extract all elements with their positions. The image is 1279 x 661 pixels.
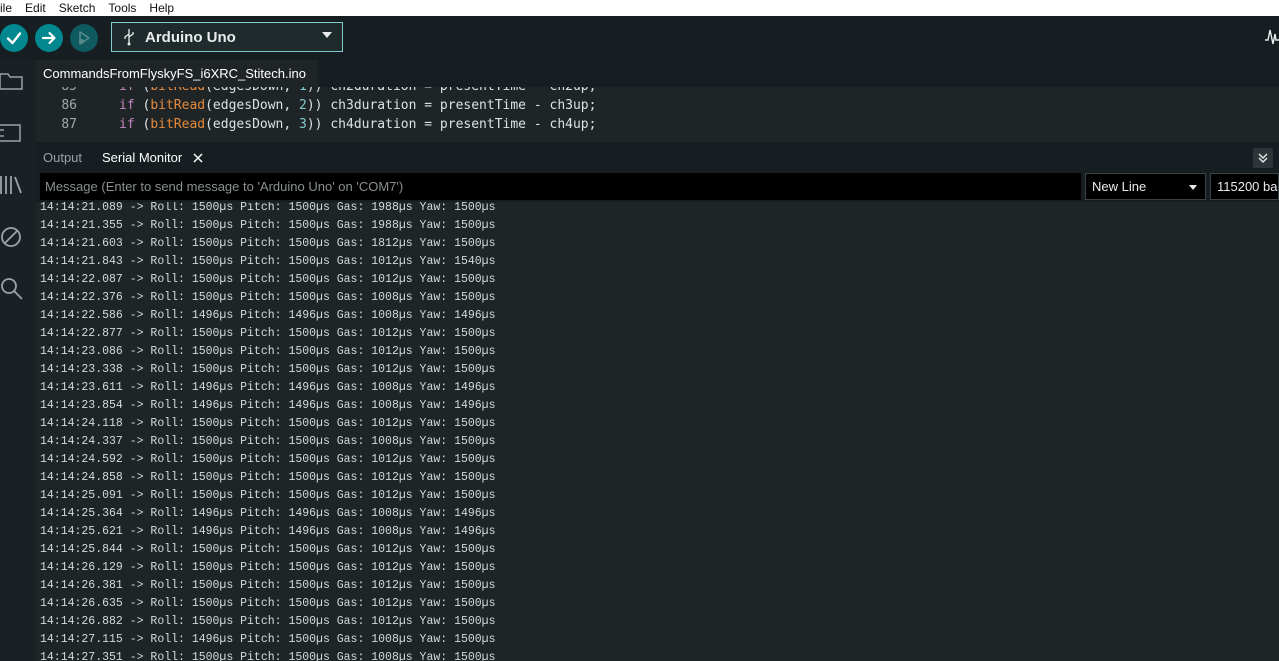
serial-line: 14:14:24.118 -> Roll: 1500µs Pitch: 1500… xyxy=(40,417,496,430)
serial-line: 14:14:24.858 -> Roll: 1500µs Pitch: 1500… xyxy=(40,471,496,484)
line-ending-select[interactable]: New Line xyxy=(1085,173,1206,200)
tab-serial-monitor[interactable]: Serial Monitor xyxy=(102,150,203,165)
folder-icon[interactable] xyxy=(0,69,24,93)
arrow-right-icon xyxy=(41,31,56,45)
serial-line: 14:14:25.844 -> Roll: 1500µs Pitch: 1500… xyxy=(40,543,496,556)
menu-help[interactable]: Help xyxy=(149,1,174,15)
serial-line: 14:14:23.338 -> Roll: 1500µs Pitch: 1500… xyxy=(40,363,496,376)
serial-line: 14:14:21.843 -> Roll: 1500µs Pitch: 1500… xyxy=(40,255,496,268)
menu-bar: ile Edit Sketch Tools Help xyxy=(0,0,1279,16)
serial-line: 14:14:26.882 -> Roll: 1500µs Pitch: 1500… xyxy=(40,615,496,628)
line-number: 86 xyxy=(61,98,77,113)
serial-line: 14:14:24.337 -> Roll: 1500µs Pitch: 1500… xyxy=(40,435,496,448)
debug-disabled-icon[interactable] xyxy=(0,225,24,249)
baud-rate-select[interactable]: 115200 baud xyxy=(1210,173,1279,200)
tab-output[interactable]: Output xyxy=(43,150,82,165)
debug-icon xyxy=(79,31,90,45)
serial-line: 14:14:25.621 -> Roll: 1496µs Pitch: 1496… xyxy=(40,525,496,538)
collapse-panel-button[interactable] xyxy=(1253,148,1273,168)
panel-header: Output Serial Monitor xyxy=(36,142,1279,172)
serial-line: 14:14:26.129 -> Roll: 1500µs Pitch: 1500… xyxy=(40,561,496,574)
serial-line: 14:14:21.603 -> Roll: 1500µs Pitch: 1500… xyxy=(40,237,496,250)
menu-file[interactable]: ile xyxy=(0,1,12,15)
baud-rate-value: 115200 baud xyxy=(1217,179,1278,194)
close-icon[interactable] xyxy=(193,153,203,163)
serial-line: 14:14:23.611 -> Roll: 1496µs Pitch: 1496… xyxy=(40,381,496,394)
chevron-down-icon xyxy=(1189,185,1197,190)
check-icon xyxy=(6,32,22,45)
menu-tools[interactable]: Tools xyxy=(108,1,136,15)
line-number: 85 xyxy=(36,87,77,96)
library-icon[interactable] xyxy=(0,173,24,197)
serial-line: 14:14:22.087 -> Roll: 1500µs Pitch: 1500… xyxy=(40,273,496,286)
code-editor[interactable]: 85if (bitRead(edgesDown, 1)) ch2duration… xyxy=(36,87,1279,139)
serial-plotter-icon[interactable] xyxy=(1265,28,1279,46)
upload-button[interactable] xyxy=(35,24,63,52)
serial-line: 14:14:26.381 -> Roll: 1500µs Pitch: 1500… xyxy=(40,579,496,592)
usb-icon xyxy=(124,29,134,46)
menu-sketch[interactable]: Sketch xyxy=(59,1,96,15)
serial-line: 14:14:22.376 -> Roll: 1500µs Pitch: 1500… xyxy=(40,291,496,304)
search-icon[interactable] xyxy=(0,277,24,301)
sidebar xyxy=(0,60,36,661)
serial-line: 14:14:22.586 -> Roll: 1496µs Pitch: 1496… xyxy=(40,309,496,322)
tab-serial-monitor-label: Serial Monitor xyxy=(102,150,183,165)
boards-manager-icon[interactable] xyxy=(0,121,24,145)
serial-line: 14:14:25.364 -> Roll: 1496µs Pitch: 1496… xyxy=(40,507,496,520)
debug-button[interactable] xyxy=(70,24,98,52)
verify-button[interactable] xyxy=(0,24,28,52)
menu-edit[interactable]: Edit xyxy=(25,1,46,15)
file-tab[interactable]: CommandsFromFlyskyFS_i6XRC_Stitech.ino xyxy=(36,60,318,87)
board-selector[interactable]: Arduino Uno xyxy=(111,22,343,52)
serial-line: 14:14:27.115 -> Roll: 1496µs Pitch: 1500… xyxy=(40,633,496,646)
serial-line: 14:14:22.877 -> Roll: 1500µs Pitch: 1500… xyxy=(40,327,496,340)
serial-line: 14:14:26.635 -> Roll: 1500µs Pitch: 1500… xyxy=(40,597,496,610)
serial-line: 14:14:25.091 -> Roll: 1500µs Pitch: 1500… xyxy=(40,489,496,502)
message-input[interactable] xyxy=(40,173,1081,200)
code-line: 86 if (bitRead(edgesDown, 2)) ch3duration… xyxy=(36,96,596,115)
tab-strip xyxy=(318,60,1279,87)
file-tab-label: CommandsFromFlyskyFS_i6XRC_Stitech.ino xyxy=(43,66,306,81)
serial-line: 14:14:27.351 -> Roll: 1500µs Pitch: 1500… xyxy=(40,651,496,661)
code-line: 87 if (bitRead(edgesDown, 3)) ch4duration… xyxy=(36,115,596,134)
message-row: New Line 115200 baud xyxy=(36,172,1279,202)
serial-line: 14:14:24.592 -> Roll: 1500µs Pitch: 1500… xyxy=(40,453,496,466)
serial-line: 14:14:23.086 -> Roll: 1500µs Pitch: 1500… xyxy=(40,345,496,358)
serial-line: 14:14:21.089 -> Roll: 1500µs Pitch: 1500… xyxy=(40,202,496,214)
line-number: 87 xyxy=(61,117,77,132)
line-ending-value: New Line xyxy=(1092,179,1147,194)
serial-output[interactable]: 14:14:21.089 -> Roll: 1500µs Pitch: 1500… xyxy=(36,202,1279,661)
chevron-down-icon xyxy=(322,32,332,38)
serial-line: 14:14:23.854 -> Roll: 1496µs Pitch: 1496… xyxy=(40,399,496,412)
board-name: Arduino Uno xyxy=(145,28,236,46)
code-line: 85if (bitRead(edgesDown, 1)) ch2duration… xyxy=(36,87,596,96)
serial-line: 14:14:21.355 -> Roll: 1500µs Pitch: 1500… xyxy=(40,219,496,232)
toolbar: Arduino Uno xyxy=(0,16,1279,60)
chevron-double-down-icon xyxy=(1258,153,1268,163)
